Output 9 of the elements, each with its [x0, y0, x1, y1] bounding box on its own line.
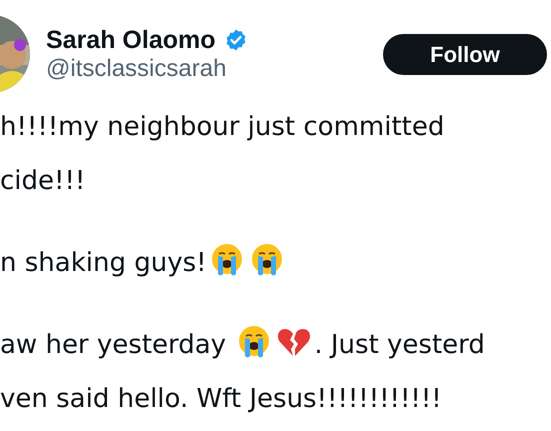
tweet-text: n shaking guys! [0, 248, 207, 278]
tweet-text: h!!!!my neighbour just committed [0, 112, 444, 142]
user-name: Sarah Olaomo [46, 24, 216, 55]
follow-button[interactable]: Follow [383, 34, 547, 74]
tweet-text: cide!!! [0, 166, 86, 196]
tweet-text: . Just yesterd [314, 330, 485, 360]
tweet-text: ven said hello. Wft Jesus!!!!!!!!!!!! [0, 384, 442, 414]
user-handle[interactable]: @itsclassicsarah [46, 54, 367, 84]
tweet-text: aw her yesterday [0, 330, 228, 360]
